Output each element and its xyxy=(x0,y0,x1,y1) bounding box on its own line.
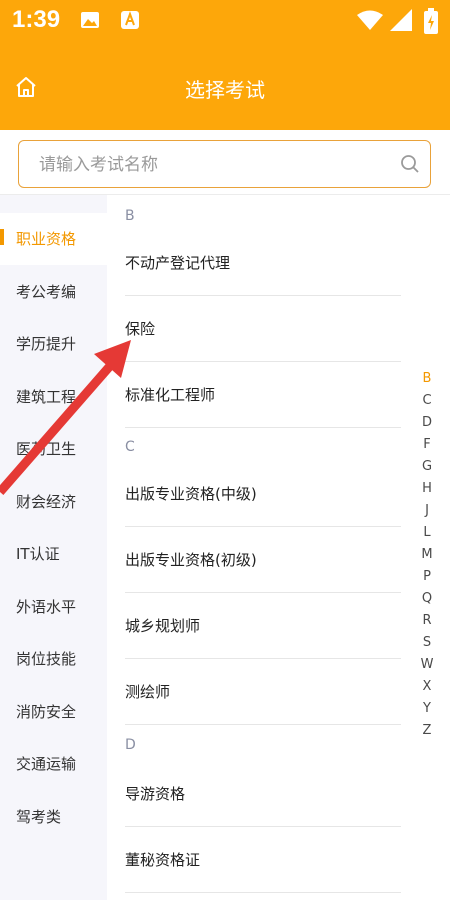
index-letter[interactable]: C xyxy=(419,390,435,412)
section-header-b: B xyxy=(125,208,135,224)
index-letter[interactable]: Y xyxy=(419,698,435,720)
sidebar-item-civil-service[interactable]: 考公考编 xyxy=(0,266,107,318)
index-letter[interactable]: F xyxy=(419,434,435,456)
annotation-arrow xyxy=(0,340,131,495)
sidebar-item-driving[interactable]: 驾考类 xyxy=(0,791,107,843)
index-letter[interactable]: G xyxy=(419,456,435,478)
index-letter[interactable]: H xyxy=(419,478,435,500)
search-icon[interactable] xyxy=(400,154,420,174)
index-letter[interactable]: W xyxy=(419,654,435,676)
sidebar-item-vocational-qualification[interactable]: 职业资格 xyxy=(0,213,107,265)
sidebar-item-transport[interactable]: 交通运输 xyxy=(0,738,107,790)
search-box[interactable] xyxy=(18,140,431,189)
index-letter[interactable]: L xyxy=(419,522,435,544)
index-letter[interactable]: Z xyxy=(419,720,435,742)
list-item[interactable]: 董秘资格证 xyxy=(125,827,401,893)
list-item[interactable]: 测绘师 xyxy=(125,659,401,725)
index-letter[interactable]: D xyxy=(419,412,435,434)
list-item[interactable]: 保险 xyxy=(125,296,401,362)
page-title: 选择考试 xyxy=(185,78,265,102)
font-icon xyxy=(121,11,139,29)
list-item[interactable]: 导游资格 xyxy=(125,761,401,827)
index-letter[interactable]: B xyxy=(419,368,435,390)
index-letter[interactable]: P xyxy=(419,566,435,588)
index-letter[interactable]: S xyxy=(419,632,435,654)
status-time: 1:39 xyxy=(12,6,61,33)
app-bar: 选择考试 xyxy=(0,44,450,130)
search-input[interactable] xyxy=(37,141,371,189)
index-letter[interactable]: M xyxy=(419,544,435,566)
index-letter[interactable]: R xyxy=(419,610,435,632)
list-item[interactable]: 出版专业资格(初级) xyxy=(125,527,401,593)
status-bar: 1:39 xyxy=(0,0,450,44)
category-sidebar: 职业资格 考公考编 学历提升 建筑工程 医药卫生 财会经济 IT认证 外语水平 … xyxy=(0,195,107,900)
wifi-icon xyxy=(357,10,383,30)
image-icon xyxy=(81,12,99,28)
search-area xyxy=(0,130,450,195)
section-header-d: D xyxy=(125,737,136,753)
index-letter[interactable]: J xyxy=(419,500,435,522)
sidebar-item-it[interactable]: IT认证 xyxy=(0,528,107,580)
sidebar-item-language[interactable]: 外语水平 xyxy=(0,581,107,633)
alphabet-index[interactable]: B C D F G H J L M P Q R S W X Y Z xyxy=(419,368,435,742)
list-item[interactable]: 标准化工程师 xyxy=(125,362,401,428)
exam-list: B 不动产登记代理 保险 标准化工程师 C 出版专业资格(中级) 出版专业资格(… xyxy=(107,195,450,900)
list-item[interactable]: 不动产登记代理 xyxy=(125,230,401,296)
index-letter[interactable]: Q xyxy=(419,588,435,610)
signal-icon xyxy=(390,9,412,31)
sidebar-item-job-skills[interactable]: 岗位技能 xyxy=(0,633,107,685)
sidebar-item-fire-safety[interactable]: 消防安全 xyxy=(0,686,107,738)
battery-charging-icon xyxy=(424,8,438,34)
list-item[interactable]: 城乡规划师 xyxy=(125,593,401,659)
list-item[interactable]: 出版专业资格(中级) xyxy=(125,461,401,527)
index-letter[interactable]: X xyxy=(419,676,435,698)
